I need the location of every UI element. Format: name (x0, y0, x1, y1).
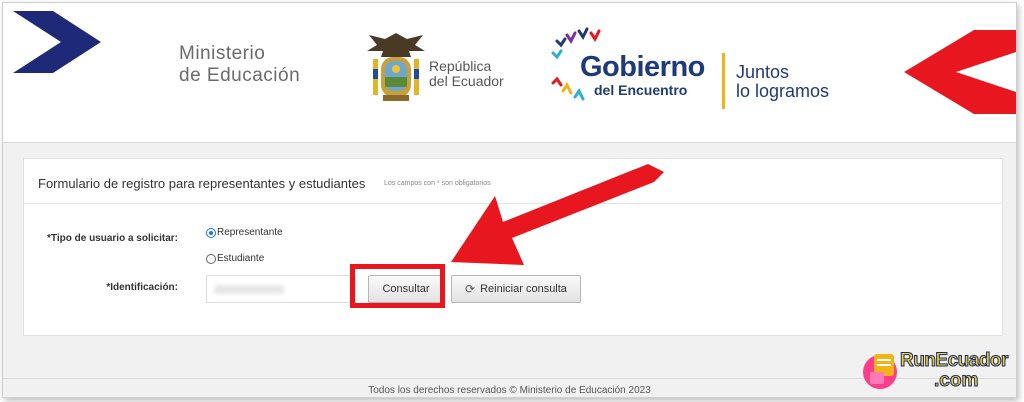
runecuador-logo-icon (863, 354, 897, 389)
red-arrow-annotation (451, 164, 664, 265)
watermark-line1: RunEcuador (900, 350, 1009, 372)
watermark-line2: .com (933, 370, 979, 392)
highlight-box-annotation (350, 264, 445, 308)
